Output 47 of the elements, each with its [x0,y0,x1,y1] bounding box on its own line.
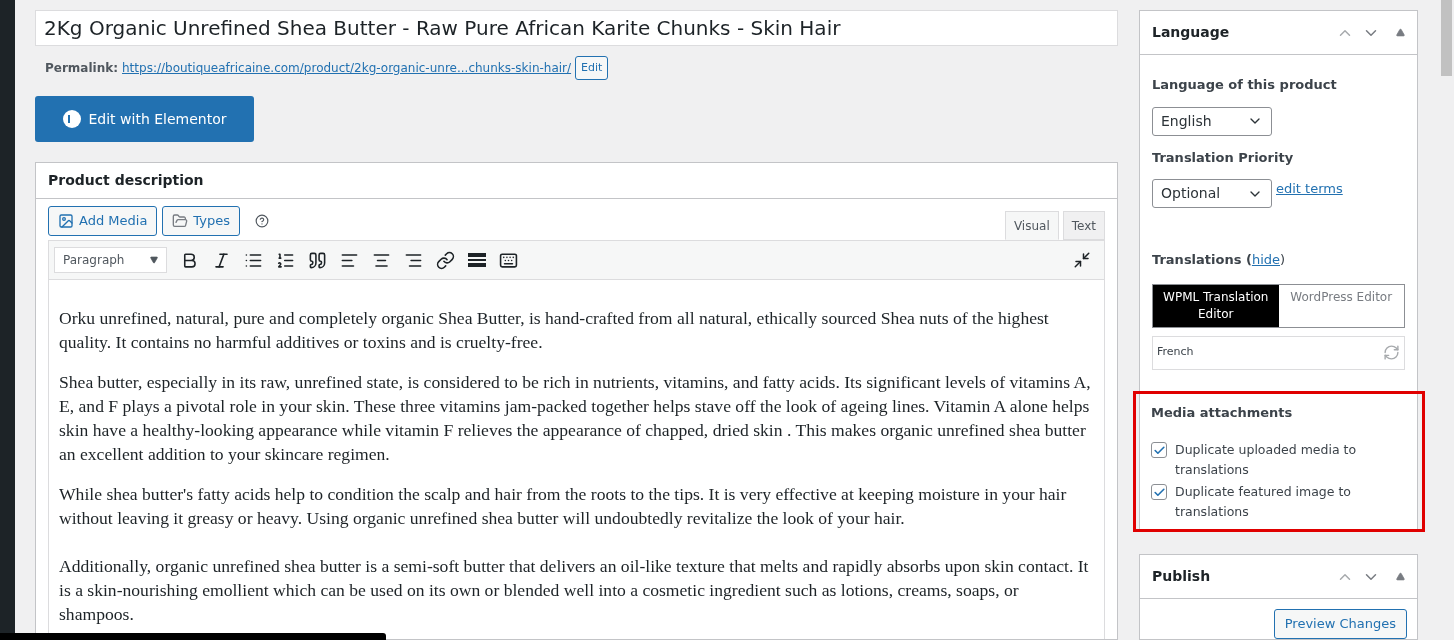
hide-link[interactable]: hide [1251,250,1280,270]
types-button[interactable]: Types [162,206,240,236]
dropdown-caret-icon [150,256,158,264]
link-icon[interactable] [436,250,455,270]
keyboard-icon[interactable] [499,250,518,270]
language-label: Language of this product [1152,76,1338,94]
paragraph: While shea butter's fatty acids help to condition the scalp and hair from the roots to the tips. It is very effective at keeping moisture in your hair without leaving it greasy or heavy. Using organic unrefined shea butter will undoubtedly revitalize the look of your hair. [59,483,1068,530]
paragraph: Shea butter, especially in its raw, unrefined state, is considered to be rich in nutrients, vitamins, and fatty acids. Its significant levels of vitamins A, E, and F plays a pivotal role in your skin. These three vitamins jam-packed together helps stave off the look of ageing lines. Vitamin A alone helps skin have a healthy-looking appearance while vitamin F relieves the appearance of chapped, dried skin . This makes organic unrefined shea butter an excellent addition to your skincare regimen. [59,371,1092,466]
translations-label-end: ) [1280,251,1286,269]
language-name: French [1157,344,1194,361]
fullscreen-icon[interactable] [1073,251,1091,269]
editor-option[interactable]: WPML Translation Editor [1153,284,1279,327]
add-media-button[interactable]: Add Media [48,206,158,236]
help-icon[interactable] [255,214,269,228]
italic-icon[interactable] [212,250,231,270]
permalink-label: Permalink: [45,60,118,77]
language-select[interactable]: English [1152,106,1272,136]
paragraph: Additionally, organic unrefined shea butter is a semi-soft butter that delivers an oil-like texture that melts and rapidly absorbs upon skin contact. It is a skin-nourishing emollient which can be used on its own or blended well into a cosmetic ingredient such as lotions, creams, soaps, or shampoos. [59,555,1090,626]
panel-title: Product description [48,171,204,190]
media-icon [58,213,74,229]
format-select[interactable]: Paragraph [54,247,167,273]
elementor-icon [62,110,81,128]
edit-permalink-button[interactable]: Edit [575,56,609,80]
title-field[interactable]: 2Kg Organic Unrefined Shea Butter - Raw Pure African Karite Chunks - Skin Hair [35,10,1118,46]
quote-icon[interactable] [308,250,327,270]
translations-label: Translations ( [1152,251,1252,269]
collapse-icon[interactable] [1396,28,1405,37]
edit-with-elementor-button[interactable]: Edit with Elementor [35,96,254,142]
checkbox[interactable] [1151,442,1167,458]
panel-title: Publish [1152,567,1211,586]
edit-terms-link[interactable]: edit terms [1276,179,1343,199]
editor-tab[interactable]: Visual [1004,211,1059,240]
folder-icon [172,213,189,229]
checkbox[interactable] [1151,484,1167,500]
editor-tab[interactable]: Text [1062,211,1105,240]
media-attachments-title: Media attachments [1151,403,1294,422]
collapse-icon[interactable] [1396,572,1405,581]
priority-select[interactable]: Optional [1152,179,1272,208]
paragraph: Orku unrefined, natural, pure and completely organic Shea Butter, is hand-crafted from all natural, ethically sourced Shea nuts of the highest quality. It contains no harmful additives or toxins and is cruelty-free. [59,307,1050,354]
preview-changes-button[interactable]: Preview Changes [1273,609,1407,639]
priority-label: Translation Priority [1152,148,1295,167]
read-more-icon[interactable] [468,253,486,267]
permalink-link[interactable]: https://boutiqueafricaine.com/product/2kg-organic-unre...chunks-skin-hair/ [122,59,572,77]
numbered-list-icon[interactable] [276,250,295,270]
checkbox-label: Duplicate featured image to translations [1175,483,1353,521]
checkbox-label: Duplicate uploaded media to translations [1175,441,1358,479]
panel-title: Language [1152,23,1230,42]
